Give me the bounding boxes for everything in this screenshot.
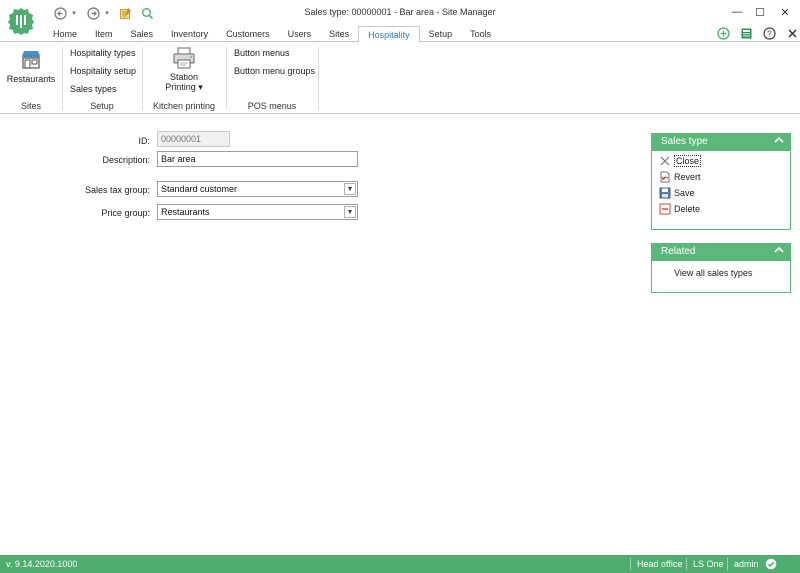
- tab-home[interactable]: Home: [44, 26, 86, 42]
- id-field: 00000001: [157, 131, 230, 147]
- chevron-up-icon[interactable]: [774, 135, 784, 148]
- title-bar: ▾ ▾ Sales type: 00000001 - Bar area - Si…: [0, 0, 800, 35]
- help-button[interactable]: ?: [762, 26, 776, 40]
- tab-sales[interactable]: Sales: [122, 26, 163, 42]
- status-location: Head office: [637, 559, 683, 569]
- dashboard-icon: [741, 28, 751, 38]
- station-printing-label-line1: Station: [169, 72, 199, 82]
- status-bar: v. 9.14.2020.1000 Head office LS One adm…: [0, 555, 800, 573]
- tab-users[interactable]: Users: [279, 26, 321, 42]
- revert-action[interactable]: Revert: [652, 169, 790, 185]
- status-user: admin: [734, 559, 759, 569]
- view-all-sales-types-link[interactable]: View all sales types: [652, 265, 790, 281]
- window-title: Sales type: 00000001 - Bar area - Site M…: [304, 7, 496, 17]
- sales-tax-group-select[interactable]: Standard customer ▼: [157, 181, 358, 197]
- tab-customers[interactable]: Customers: [217, 26, 279, 42]
- button-menu-groups-button[interactable]: Button menu groups: [234, 66, 315, 76]
- version-text: v. 9.14.2020.1000: [6, 559, 78, 569]
- save-action-label: Save: [674, 188, 695, 198]
- ribbon-tabs: Home Item Sales Inventory Customers User…: [44, 26, 500, 43]
- id-label: ID:: [138, 136, 150, 146]
- hospitality-setup-button[interactable]: Hospitality setup: [70, 66, 136, 76]
- group-label-sites: Sites: [20, 101, 41, 111]
- description-label: Description:: [102, 155, 150, 165]
- help-icon: ?: [762, 26, 776, 40]
- sales-tax-group-value: Standard customer: [161, 184, 238, 194]
- add-plugin-button[interactable]: [716, 26, 730, 40]
- sales-tax-group-label: Sales tax group:: [84, 185, 150, 195]
- view-all-sales-types-label: View all sales types: [674, 268, 753, 278]
- button-menus-button[interactable]: Button menus: [234, 48, 290, 58]
- ribbon-group-pos-menus: Button menus Button menu groups POS menu…: [226, 42, 318, 114]
- group-label-kitchen-printing: Kitchen printing: [152, 101, 216, 111]
- status-divider: [686, 558, 687, 570]
- close-icon: [660, 156, 670, 166]
- ribbon-group-kitchen-printing: Station Printing ▾ Kitchen printing: [142, 42, 226, 114]
- group-divider: [318, 46, 319, 110]
- sales-type-panel: Sales type Close Revert Save Delete: [651, 133, 791, 230]
- top-right-icons: ?: [716, 26, 799, 40]
- revert-action-label: Revert: [674, 172, 701, 182]
- ribbon: Restaurants Sites Hospitality types Hosp…: [0, 42, 800, 114]
- group-label-setup: Setup: [90, 101, 114, 111]
- save-action[interactable]: Save: [652, 185, 790, 201]
- tab-tools[interactable]: Tools: [461, 26, 500, 42]
- close-tab-button[interactable]: [785, 26, 799, 40]
- tab-inventory[interactable]: Inventory: [162, 26, 217, 42]
- description-field[interactable]: Bar area: [157, 151, 358, 167]
- status-divider: [630, 558, 631, 570]
- sales-types-button[interactable]: Sales types: [70, 84, 117, 94]
- sales-type-panel-title: Sales type: [661, 136, 708, 147]
- ribbon-group-setup: Hospitality types Hospitality setup Sale…: [62, 42, 142, 114]
- chevron-down-icon[interactable]: ▼: [344, 206, 356, 218]
- minimize-button[interactable]: —: [729, 4, 745, 20]
- related-panel-header[interactable]: Related: [652, 244, 790, 261]
- printer-icon: [173, 47, 195, 69]
- price-group-label: Price group:: [101, 208, 150, 218]
- save-icon: [659, 187, 671, 199]
- tab-sites[interactable]: Sites: [320, 26, 358, 42]
- close-action-label: Close: [674, 155, 702, 167]
- related-panel-title: Related: [661, 246, 696, 257]
- close-action[interactable]: Close: [652, 153, 790, 169]
- delete-action[interactable]: Delete: [652, 201, 790, 217]
- chevron-down-icon[interactable]: ▼: [344, 183, 356, 195]
- restaurants-label: Restaurants: [6, 74, 56, 84]
- svg-text:?: ?: [767, 29, 772, 38]
- price-group-select[interactable]: Restaurants ▼: [157, 204, 358, 220]
- related-panel: Related View all sales types: [651, 243, 791, 293]
- add-circle-icon: [716, 26, 730, 40]
- connection-status-icon: [765, 558, 777, 570]
- tab-item[interactable]: Item: [86, 26, 122, 42]
- tab-setup[interactable]: Setup: [420, 26, 462, 42]
- sales-type-panel-header[interactable]: Sales type: [652, 134, 790, 151]
- group-label-pos-menus: POS menus: [247, 101, 297, 111]
- delete-icon: [659, 203, 671, 215]
- ribbon-group-sites: Restaurants Sites: [0, 42, 62, 114]
- status-divider: [727, 558, 728, 570]
- maximize-button[interactable]: ☐: [752, 4, 768, 20]
- revert-icon: [660, 171, 670, 183]
- status-product: LS One: [693, 559, 724, 569]
- delete-action-label: Delete: [674, 204, 701, 214]
- close-icon: [787, 28, 797, 38]
- tab-hospitality[interactable]: Hospitality: [358, 26, 420, 43]
- restaurants-button[interactable]: Restaurants: [6, 48, 56, 84]
- price-group-value: Restaurants: [161, 207, 210, 217]
- dashboard-button[interactable]: [739, 26, 753, 40]
- hospitality-types-button[interactable]: Hospitality types: [70, 48, 136, 58]
- station-printing-button[interactable]: Station Printing ▾: [159, 47, 209, 92]
- restaurant-icon: [21, 51, 41, 69]
- chevron-up-icon[interactable]: [774, 245, 784, 258]
- station-printing-label-line2: Printing ▾: [165, 82, 203, 92]
- close-window-button[interactable]: ✕: [777, 4, 793, 20]
